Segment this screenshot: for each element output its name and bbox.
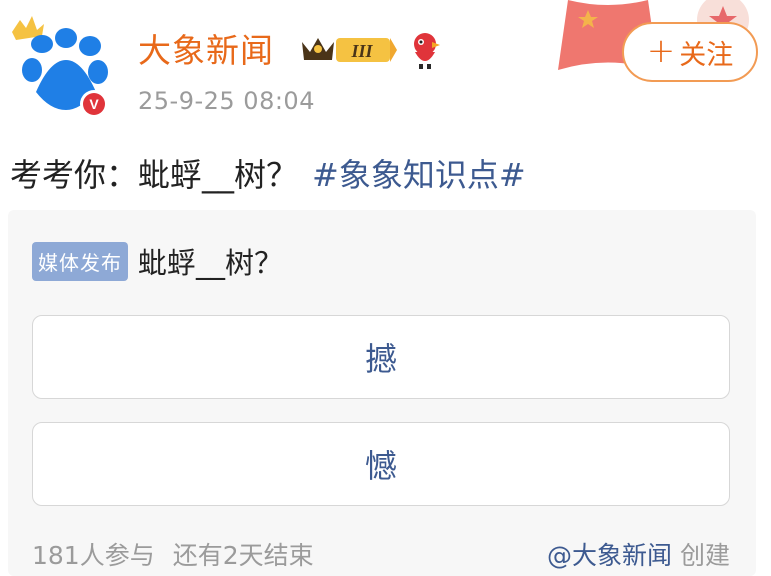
- poll-remaining: 还有2天结束: [172, 541, 314, 570]
- poll-participants: 181人参与: [32, 541, 155, 570]
- crown-level-icon: [302, 38, 334, 60]
- verified-icon: V: [80, 90, 108, 118]
- follow-button-label: 关注: [679, 39, 734, 71]
- poll-option-1[interactable]: 撼: [32, 315, 730, 399]
- post-timestamp: 25-9-25 08:04: [138, 87, 315, 115]
- svg-text:V: V: [89, 96, 99, 112]
- poll-header: 媒体发布 蚍蜉__树？: [32, 240, 283, 282]
- mascot-icon: [414, 33, 440, 69]
- level-badge[interactable]: III: [298, 32, 398, 66]
- poll-creator-link[interactable]: @大象新闻: [547, 541, 672, 570]
- level-badge-text: III: [350, 41, 373, 61]
- poll-question: 蚍蜉__树？: [138, 246, 284, 280]
- media-badge: 媒体发布: [32, 241, 128, 281]
- hashtag-link[interactable]: #象象知识点#: [312, 156, 526, 194]
- avatar[interactable]: V: [10, 14, 115, 119]
- poll-card: 媒体发布 蚍蜉__树？ 撼 憾 181人参与 还有2天结束 @大象新闻 创建: [8, 210, 756, 576]
- poll-stats: 181人参与 还有2天结束: [32, 536, 314, 572]
- post-header: V 大象新闻 III 25-9-25 08:04 + 关注: [0, 0, 771, 140]
- author-name[interactable]: 大象新闻: [138, 24, 274, 72]
- plus-icon: +: [646, 30, 676, 71]
- follow-button[interactable]: + 关注: [622, 22, 758, 82]
- post-text: 考考你：蚍蜉__树？: [10, 156, 299, 194]
- poll-creator-info: @大象新闻 创建: [547, 536, 730, 572]
- post-body: 考考你：蚍蜉__树？ #象象知识点#: [10, 150, 526, 196]
- poll-creator-suffix: 创建: [679, 541, 730, 570]
- poll-option-2[interactable]: 憾: [32, 422, 730, 506]
